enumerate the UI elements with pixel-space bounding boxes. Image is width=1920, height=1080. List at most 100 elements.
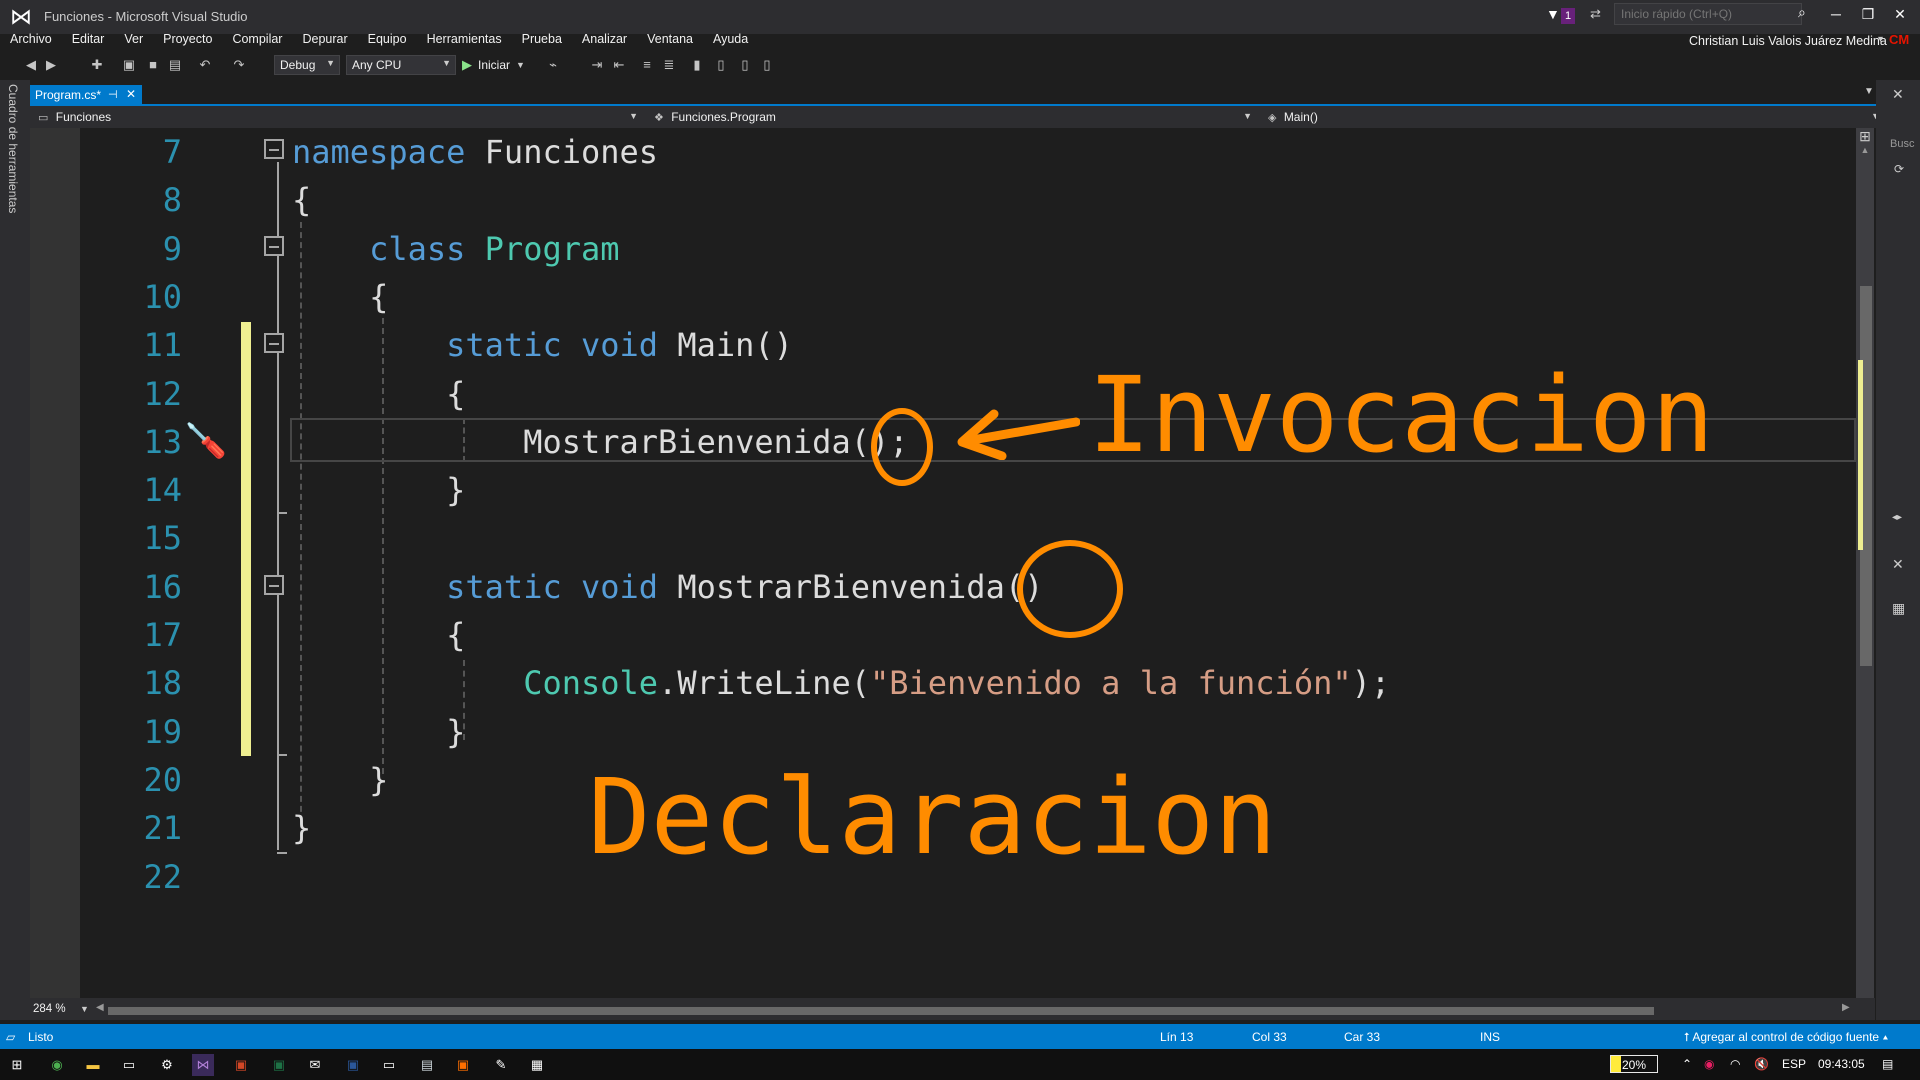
wifi-icon[interactable]: ◠ — [1730, 1057, 1740, 1071]
word-icon[interactable]: ▣ — [342, 1054, 364, 1076]
code-line[interactable]: static void MostrarBienvenida() — [292, 563, 1043, 611]
code-line[interactable]: } — [292, 466, 465, 514]
code-line[interactable]: static void Main() — [292, 321, 793, 369]
restore-button[interactable]: ❐ — [1852, 2, 1884, 26]
code-line[interactable]: namespace Funciones — [292, 128, 658, 176]
close-window-button[interactable]: ✕ — [1884, 2, 1916, 26]
user-name[interactable]: Christian Luis Valois Juárez Medina — [1689, 34, 1887, 48]
action-center-icon[interactable]: ▤ — [1882, 1057, 1893, 1071]
user-avatar[interactable]: CM — [1889, 32, 1911, 50]
browser-link-icon[interactable]: ⌁ — [544, 56, 562, 74]
visual-studio-taskbar-icon[interactable]: ⋈ — [192, 1054, 214, 1076]
code-line[interactable]: } — [292, 804, 311, 852]
member-navigation-select[interactable]: ◈ Main() ▼ — [1262, 108, 1884, 127]
menu-proyecto[interactable]: Proyecto — [153, 30, 222, 50]
code-line[interactable]: { — [292, 176, 311, 224]
status-insert-mode[interactable]: INS — [1480, 1030, 1500, 1044]
clock[interactable]: 09:43:05 — [1818, 1057, 1865, 1071]
collapse-class-toggle[interactable] — [264, 236, 284, 256]
paint-icon[interactable]: ✎ — [490, 1054, 512, 1076]
next-bookmark-icon[interactable]: ▯ — [736, 56, 754, 74]
previous-bookmark-icon[interactable]: ▯ — [712, 56, 730, 74]
step-over-icon[interactable]: ⇥ — [588, 56, 606, 74]
tab-overflow-chevron-icon[interactable]: ▼ — [1864, 86, 1874, 97]
chrome-icon[interactable]: ◉ — [46, 1054, 68, 1076]
menu-editar[interactable]: Editar — [62, 30, 115, 50]
clear-bookmarks-icon[interactable]: ▯ — [758, 56, 776, 74]
minimize-button[interactable]: ─ — [1820, 2, 1852, 26]
chevron-down-icon[interactable]: ▾ — [1878, 34, 1883, 45]
zoom-level-select[interactable]: 284 % — [33, 1003, 66, 1015]
menu-compilar[interactable]: Compilar — [222, 30, 292, 50]
command-prompt-icon[interactable]: ▭ — [118, 1054, 140, 1076]
scroll-right-icon[interactable]: ▶ — [1842, 1002, 1850, 1013]
tab-program-cs[interactable]: Program.cs* ⊣ ✕ — [30, 85, 142, 105]
uncomment-icon[interactable]: ≣ — [660, 56, 678, 74]
close-icon[interactable]: ✕ — [126, 87, 136, 101]
code-line[interactable]: Console.WriteLine("Bienvenido a la funci… — [292, 659, 1390, 707]
start-debugging-button[interactable]: ▶ Iniciar ▼ — [462, 55, 525, 75]
menu-ventana[interactable]: Ventana — [637, 30, 703, 50]
bookmark-icon[interactable]: ▮ — [688, 56, 706, 74]
project-navigation-select[interactable]: ▭ Funciones ▼ — [32, 108, 642, 127]
undo-icon[interactable]: ↶ — [196, 56, 214, 74]
code-line[interactable]: { — [292, 273, 388, 321]
add-to-source-control-button[interactable]: ⭡ Agregar al control de código fuente ▴ — [1684, 1030, 1888, 1045]
quick-actions-screwdriver-icon[interactable]: 🪛 — [184, 420, 228, 462]
menu-ver[interactable]: Ver — [114, 30, 153, 50]
properties-icon[interactable]: ▦ — [1892, 600, 1905, 617]
menu-depurar[interactable]: Depurar — [292, 30, 357, 50]
battery-indicator[interactable]: 20% — [1610, 1055, 1658, 1073]
show-hidden-icons-chevron-icon[interactable]: ⌃ — [1682, 1057, 1692, 1071]
step-into-icon[interactable]: ⇤ — [610, 56, 628, 74]
menu-archivo[interactable]: Archivo — [0, 30, 62, 50]
navigate-forward-icon[interactable]: ▶ — [42, 56, 60, 74]
refresh-icon[interactable]: ⟳ — [1894, 162, 1904, 176]
redo-icon[interactable]: ↷ — [230, 56, 248, 74]
code-line[interactable]: class Program — [292, 225, 619, 273]
mail-icon[interactable]: ✉ — [304, 1054, 326, 1076]
menu-herramientas[interactable]: Herramientas — [417, 30, 512, 50]
save-all-icon[interactable]: ▤ — [166, 56, 184, 74]
remote-connection-icon[interactable]: ⇄ — [1590, 6, 1606, 22]
close-icon[interactable]: ✕ — [1892, 86, 1904, 103]
code-line[interactable]: { — [292, 370, 465, 418]
class-navigation-select[interactable]: ❖ Funciones.Program ▼ — [648, 108, 1256, 127]
terminal-icon[interactable]: ▭ — [378, 1054, 400, 1076]
collapse-method-toggle[interactable] — [264, 575, 284, 595]
collapse-namespace-toggle[interactable] — [264, 139, 284, 159]
save-icon[interactable]: ■ — [144, 56, 162, 74]
pin-icon[interactable]: ⊣ — [108, 88, 118, 101]
windows-start-icon[interactable]: ⊞ — [6, 1054, 28, 1076]
input-language[interactable]: ESP — [1782, 1057, 1806, 1071]
notepad-icon[interactable]: ▤ — [416, 1054, 438, 1076]
volume-muted-icon[interactable]: 🔇 — [1754, 1057, 1769, 1071]
split-window-icon[interactable]: ⊞ — [1856, 128, 1874, 145]
navigate-arrows-icon[interactable]: ◂▸ — [1892, 512, 1902, 523]
navigate-back-icon[interactable]: ◀ — [22, 56, 40, 74]
comment-out-icon[interactable]: ≡ — [638, 56, 656, 74]
new-project-icon[interactable]: ✚ — [88, 56, 106, 74]
scroll-up-icon[interactable]: ▲ — [1856, 145, 1874, 155]
calculator-icon[interactable]: ▦ — [526, 1054, 548, 1076]
solution-explorer-search-label[interactable]: Busc — [1890, 138, 1914, 150]
file-explorer-icon[interactable]: ▬ — [82, 1054, 104, 1076]
scroll-left-icon[interactable]: ◀ — [96, 1002, 104, 1013]
excel-icon[interactable]: ▣ — [268, 1054, 290, 1076]
code-line[interactable]: } — [292, 708, 465, 756]
solution-platform-select[interactable]: Any CPU ▼ — [346, 55, 456, 75]
open-file-icon[interactable]: ▣ — [120, 56, 138, 74]
code-line[interactable]: } — [292, 756, 388, 804]
menu-equipo[interactable]: Equipo — [358, 30, 417, 50]
collapse-main-toggle[interactable] — [264, 333, 284, 353]
toolbox-tab[interactable]: Cuadro de herramientas — [6, 84, 20, 213]
menu-ayuda[interactable]: Ayuda — [703, 30, 758, 50]
menu-analizar[interactable]: Analizar — [572, 30, 637, 50]
menu-prueba[interactable]: Prueba — [512, 30, 572, 50]
notification-count-badge[interactable]: 1 — [1561, 8, 1575, 24]
code-line[interactable]: MostrarBienvenida(); — [292, 418, 908, 466]
solution-configuration-select[interactable]: Debug ▼ — [274, 55, 340, 75]
tray-app-icon[interactable]: ◉ — [1704, 1057, 1714, 1071]
search-icon[interactable]: ⌕ — [1798, 4, 1814, 22]
close-icon[interactable]: ✕ — [1892, 556, 1904, 573]
